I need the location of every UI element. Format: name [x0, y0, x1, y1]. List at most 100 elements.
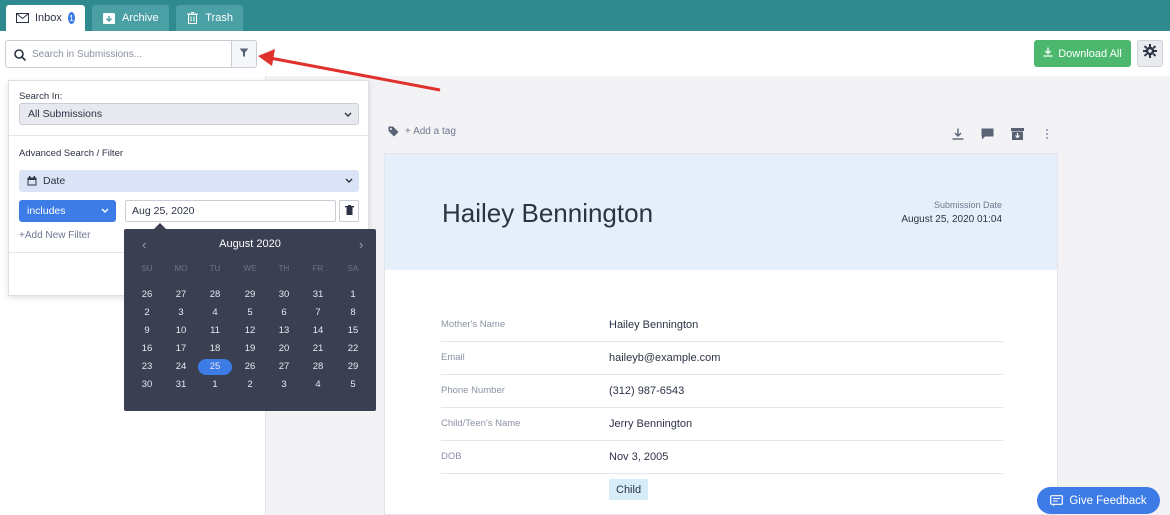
calendar-day[interactable]: 30 — [130, 377, 164, 393]
field-value: Hailey Bennington — [609, 319, 699, 331]
field-row: Mother's Name Hailey Bennington — [441, 309, 1003, 342]
calendar-day[interactable]: 22 — [336, 341, 370, 357]
calendar-day[interactable]: 29 — [336, 359, 370, 375]
calendar-day[interactable]: 8 — [336, 305, 370, 321]
add-new-filter-link[interactable]: +Add New Filter — [19, 230, 90, 241]
calendar-day[interactable]: 7 — [301, 305, 335, 321]
submission-header: Hailey Bennington Submission Date August… — [385, 154, 1057, 270]
calendar-day[interactable]: 2 — [130, 305, 164, 321]
advanced-search-label: Advanced Search / Filter — [19, 148, 124, 159]
search-in-label: Search In: — [19, 91, 63, 102]
calendar-day[interactable]: 21 — [301, 341, 335, 357]
calendar-day[interactable]: 27 — [164, 287, 198, 303]
gear-icon — [1143, 44, 1157, 63]
comment-button[interactable] — [979, 127, 995, 141]
field-value: Jerry Bennington — [609, 418, 693, 430]
search-in-value: All Submissions — [28, 108, 103, 120]
weekday-label: FR — [312, 264, 324, 273]
search-input[interactable] — [32, 46, 228, 62]
tab-inbox[interactable]: Inbox 1 — [6, 5, 85, 31]
calendar-day[interactable]: 18 — [198, 341, 232, 357]
archive-submission-button[interactable] — [1009, 127, 1025, 141]
calendar-month-title: August 2020 — [219, 238, 281, 250]
calendar-day-selected[interactable]: 25 — [198, 359, 232, 375]
calendar-day[interactable]: 26 — [233, 359, 267, 375]
calendar-day[interactable]: 10 — [164, 323, 198, 339]
field-label: Mother's Name — [441, 319, 506, 330]
calendar-day[interactable]: 15 — [336, 323, 370, 339]
tag-icon — [388, 126, 399, 137]
tab-trash-label: Trash — [205, 12, 233, 24]
search-in-select[interactable]: All Submissions — [19, 103, 359, 125]
calendar-day[interactable]: 20 — [267, 341, 301, 357]
remove-filter-button[interactable] — [339, 200, 359, 222]
calendar-day[interactable]: 1 — [198, 377, 232, 393]
calendar-day[interactable]: 9 — [130, 323, 164, 339]
give-feedback-label: Give Feedback — [1069, 494, 1147, 507]
download-submission-button[interactable] — [950, 127, 966, 141]
weekday-label: TH — [278, 264, 290, 273]
calendar-day[interactable]: 28 — [198, 287, 232, 303]
calendar-day[interactable]: 4 — [198, 305, 232, 321]
calendar-day[interactable]: 12 — [233, 323, 267, 339]
filter-operator-select[interactable]: includes — [19, 200, 116, 222]
more-options-button[interactable] — [1039, 127, 1055, 141]
calendar-day[interactable]: 5 — [233, 305, 267, 321]
calendar-day[interactable]: 24 — [164, 359, 198, 375]
field-value: (312) 987-6543 — [609, 385, 685, 397]
calendar-day[interactable]: 14 — [301, 323, 335, 339]
submission-date-label: Submission Date — [933, 200, 1002, 210]
field-label: Phone Number — [441, 385, 505, 396]
download-icon — [1043, 47, 1053, 60]
calendar-day[interactable]: 3 — [164, 305, 198, 321]
field-row: Email haileyb@example.com — [441, 342, 1003, 375]
tab-archive[interactable]: Archive — [92, 5, 169, 31]
calendar-day[interactable]: 6 — [267, 305, 301, 321]
next-month-button[interactable]: › — [359, 237, 363, 252]
calendar-day[interactable]: 17 — [164, 341, 198, 357]
calendar-day[interactable]: 16 — [130, 341, 164, 357]
top-tab-bar: Inbox 1 Archive Trash — [0, 0, 1170, 31]
calendar-day[interactable]: 31 — [164, 377, 198, 393]
calendar-day[interactable]: 11 — [198, 323, 232, 339]
settings-button[interactable] — [1137, 40, 1163, 67]
weekday-label: MO — [174, 264, 188, 273]
field-value: Nov 3, 2005 — [609, 451, 669, 463]
field-label: DOB — [441, 451, 462, 462]
chevron-down-icon — [345, 175, 353, 187]
search-icon — [14, 48, 27, 66]
comment-icon — [981, 128, 994, 140]
calendar-day[interactable]: 29 — [233, 287, 267, 303]
calendar-day[interactable]: 28 — [301, 359, 335, 375]
chevron-down-icon — [344, 109, 352, 121]
filter-button[interactable] — [231, 40, 257, 68]
add-tag-row[interactable]: + Add a tag — [388, 126, 456, 137]
calendar-day[interactable]: 26 — [130, 287, 164, 303]
tab-trash[interactable]: Trash — [176, 5, 243, 31]
calendar-day[interactable]: 23 — [130, 359, 164, 375]
calendar-day[interactable]: 3 — [267, 377, 301, 393]
calendar-day[interactable]: 13 — [267, 323, 301, 339]
calendar-day[interactable]: 4 — [301, 377, 335, 393]
calendar-caret — [154, 223, 166, 229]
calendar-day[interactable]: 2 — [233, 377, 267, 393]
archive-icon — [1010, 128, 1024, 140]
calendar-day[interactable]: 31 — [301, 287, 335, 303]
calendar-day[interactable]: 5 — [336, 377, 370, 393]
trash-icon — [186, 12, 199, 24]
calendar-day[interactable]: 19 — [233, 341, 267, 357]
calendar-day[interactable]: 1 — [336, 287, 370, 303]
filter-date-input[interactable] — [125, 200, 336, 222]
filter-field-select[interactable]: Date — [19, 170, 359, 192]
calendar-icon — [27, 176, 37, 186]
submission-card: Hailey Bennington Submission Date August… — [384, 153, 1058, 515]
give-feedback-button[interactable]: Give Feedback — [1037, 487, 1160, 514]
calendar-day[interactable]: 30 — [267, 287, 301, 303]
calendar-day[interactable]: 27 — [267, 359, 301, 375]
download-all-label: Download All — [1058, 47, 1122, 60]
tab-archive-label: Archive — [122, 12, 159, 24]
field-row: Child/Teen's Name Jerry Bennington — [441, 408, 1003, 441]
download-all-button[interactable]: Download All — [1034, 40, 1131, 67]
search-box — [5, 40, 257, 68]
field-label: Email — [441, 352, 465, 363]
